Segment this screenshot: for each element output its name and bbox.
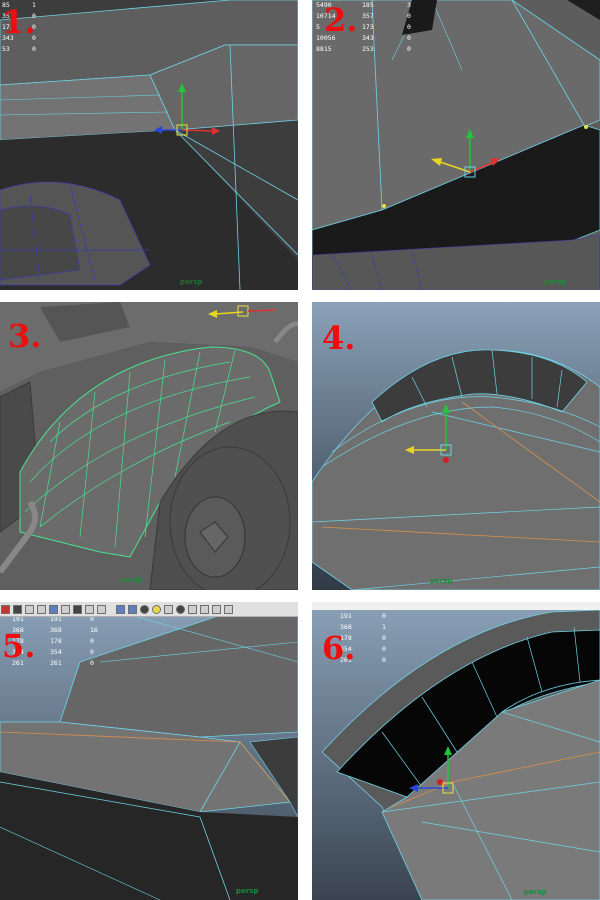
camera-label: persp xyxy=(430,577,453,585)
tool-icon[interactable] xyxy=(85,604,94,614)
toolbar xyxy=(0,602,298,617)
mesh-viewport-3 xyxy=(0,302,298,590)
tool-icon[interactable] xyxy=(97,604,106,614)
viewport-panel-3[interactable]: 3. persp xyxy=(0,302,298,590)
step-number-4: 4. xyxy=(322,319,356,357)
tool-icon[interactable] xyxy=(116,604,125,614)
viewport-panel-4[interactable]: 4. persp xyxy=(312,302,600,590)
tool-icon[interactable] xyxy=(61,604,70,614)
step-number-5: 5. xyxy=(2,627,36,665)
viewport-panel-5[interactable]: 191 191 0 368 368 16 178 178 0 354 354 0 261 261 0… xyxy=(0,602,298,900)
tool-icon[interactable] xyxy=(224,604,233,614)
camera-label: persp xyxy=(120,576,143,584)
tool-icon[interactable] xyxy=(37,604,46,614)
camera-label: persp xyxy=(524,888,547,896)
camera-label: persp xyxy=(180,278,203,286)
step-number-1: 1. xyxy=(2,3,36,41)
tool-icon[interactable] xyxy=(176,604,185,614)
tool-icon[interactable] xyxy=(200,604,209,614)
tool-icon[interactable] xyxy=(13,604,22,614)
tool-icon[interactable] xyxy=(140,604,149,614)
tool-icon[interactable] xyxy=(73,604,82,614)
mesh-viewport-1 xyxy=(0,0,298,290)
tool-icon[interactable] xyxy=(1,604,10,614)
step-number-3: 3. xyxy=(8,317,42,355)
viewport-panel-2[interactable]: 5490 185 3 10714 357 0 5 173 0 10056 343 0 8815 2… xyxy=(312,0,600,290)
tool-icon[interactable] xyxy=(25,604,34,614)
camera-label: persp xyxy=(236,887,259,895)
tool-icon[interactable] xyxy=(49,604,58,614)
step-number-2: 2. xyxy=(324,1,358,39)
viewport-panel-1[interactable]: 85 1 357 0 173 0 343 0 53 0 1. persp xyxy=(0,0,298,290)
tool-icon[interactable] xyxy=(128,604,137,614)
camera-label: persp xyxy=(544,278,567,286)
tool-icon[interactable] xyxy=(152,604,161,614)
viewport-panel-6[interactable]: 191 0 368 1 178 0 354 0 261 0 6. persp xyxy=(312,602,600,900)
window-title-strip xyxy=(312,602,600,610)
tool-icon[interactable] xyxy=(212,604,221,614)
step-number-6: 6. xyxy=(322,629,356,667)
tool-icon[interactable] xyxy=(164,604,173,614)
tool-icon[interactable] xyxy=(188,604,197,614)
